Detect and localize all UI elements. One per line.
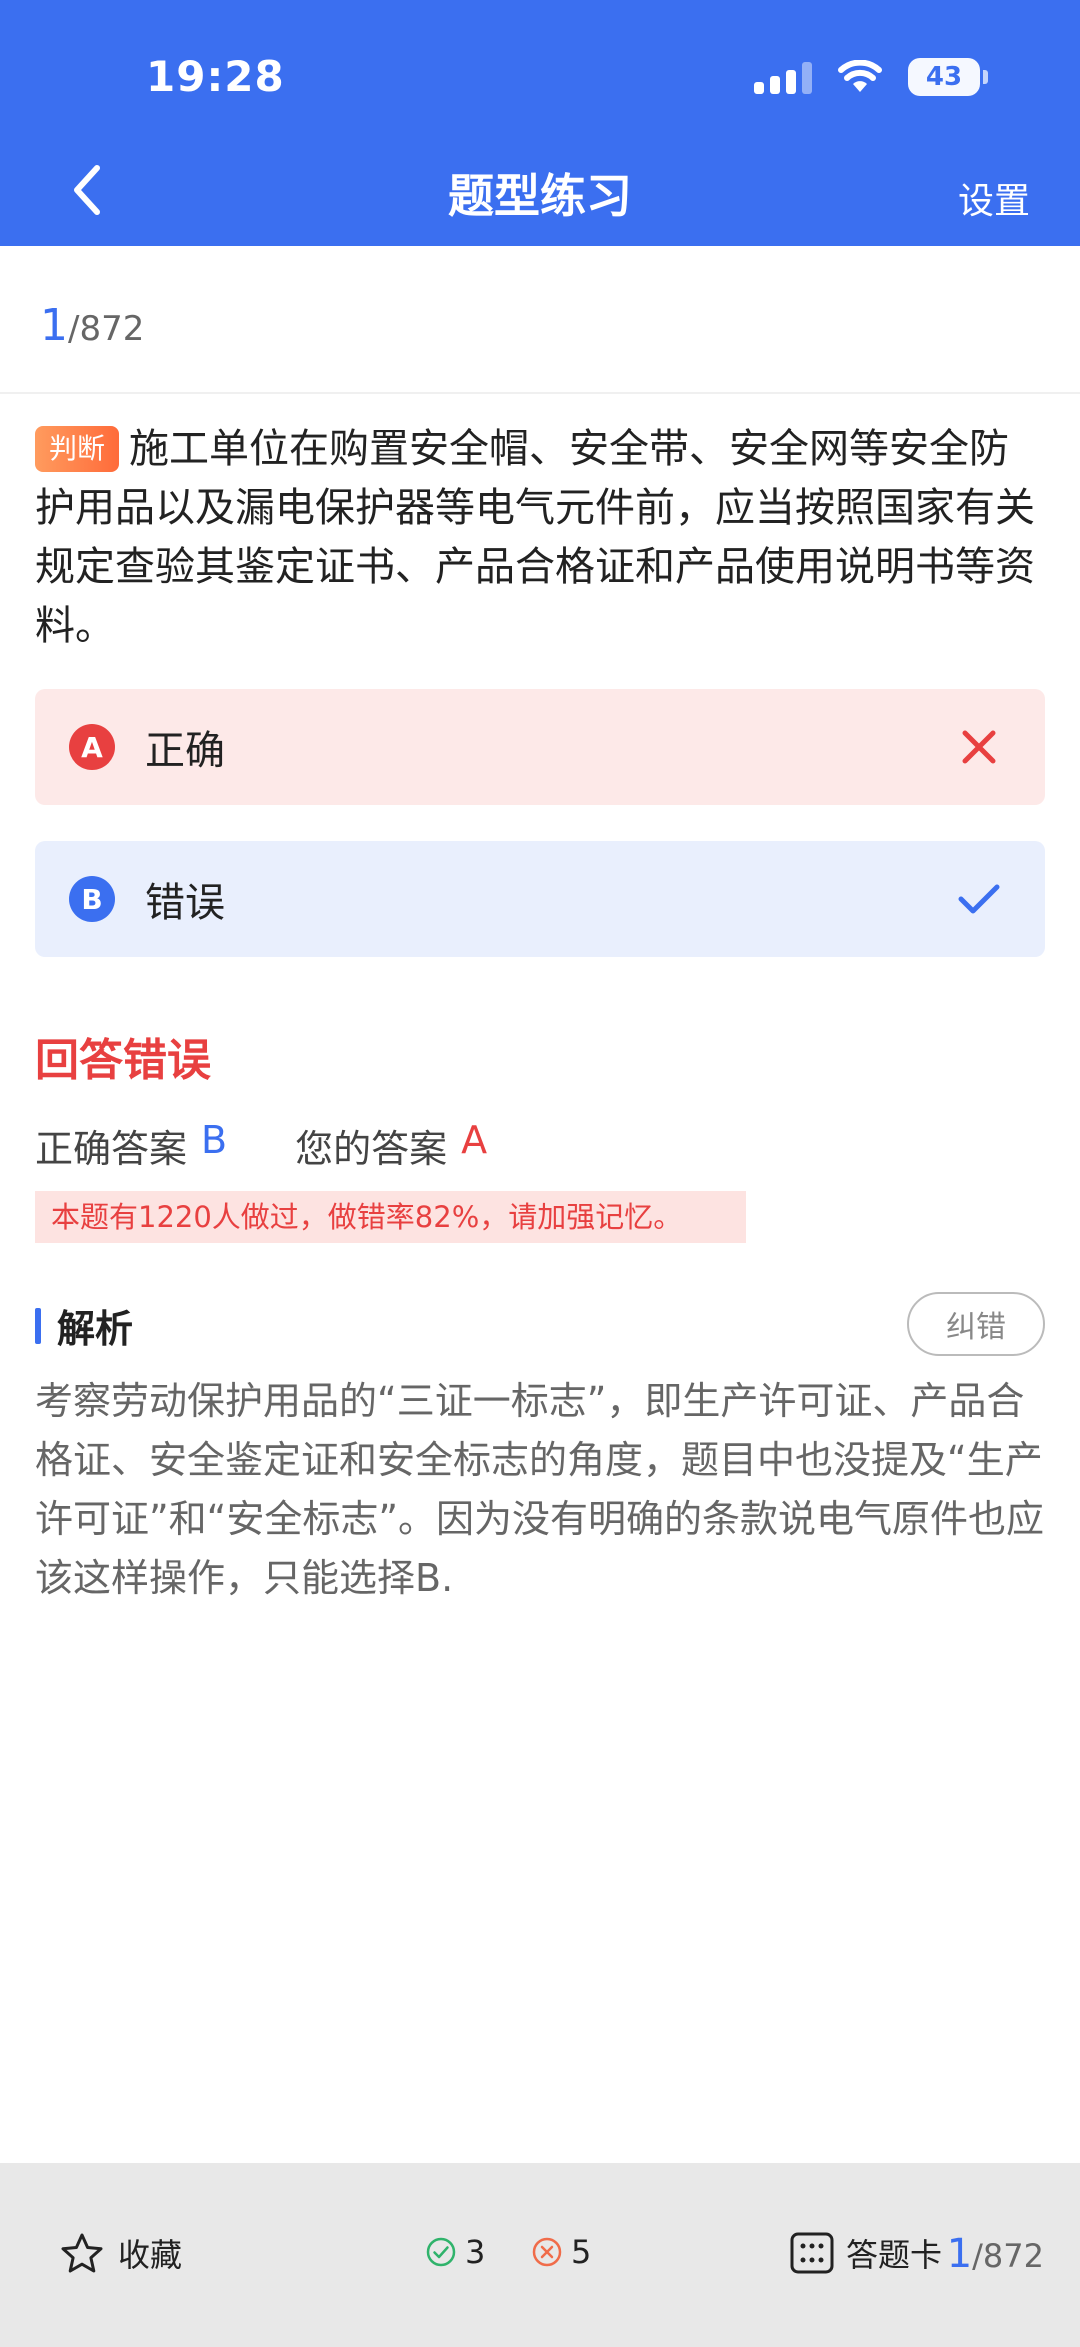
wrong-count: 5: [531, 2233, 591, 2271]
error-rate-notice: 本题有1220人做过，做错率82%，请加强记忆。: [35, 1191, 746, 1243]
question-type-badge: 判断: [35, 426, 120, 472]
bottom-progress-total: /872: [972, 2237, 1044, 2275]
favorite-button[interactable]: 收藏: [60, 2230, 182, 2276]
option-letter: A: [69, 724, 115, 770]
option-text: 正确: [145, 728, 225, 774]
cross-icon: [962, 730, 996, 764]
cellular-signal-icon: [754, 60, 812, 94]
checkmark-icon: [958, 884, 1000, 914]
analysis-text: 考察劳动保护用品的“三证一标志”，即生产许可证、产品合格证、安全鉴定证和安全标志…: [35, 1379, 1045, 1600]
correct-answer-label: 正确答案: [35, 1127, 188, 1171]
star-icon: [61, 2233, 103, 2273]
option-letter: B: [69, 876, 115, 922]
page-title: 题型练习: [448, 169, 632, 223]
option-a[interactable]: A 正确: [35, 689, 1045, 805]
check-circle-icon: [426, 2237, 456, 2267]
answer-card-button[interactable]: 答题卡: [790, 2230, 942, 2276]
favorite-label: 收藏: [118, 2236, 183, 2274]
result-title: 回答错误: [35, 1035, 211, 1086]
analysis-title: 解析: [57, 1307, 134, 1351]
status-icons: 43: [754, 58, 988, 96]
analysis-header: 解析: [35, 1298, 133, 1353]
divider: [0, 392, 1080, 394]
cross-circle-icon: [532, 2237, 562, 2267]
wifi-icon: [838, 60, 882, 92]
progress-total: /872: [68, 309, 145, 349]
section-accent-bar: [35, 1307, 41, 1344]
answer-summary: 正确答案 B 您的答案 A: [35, 1118, 487, 1173]
bottom-progress: 1/872: [947, 2231, 1044, 2277]
grid-icon: [790, 2232, 834, 2274]
bottom-toolbar: 收藏 3 5 答题卡 1/872: [0, 2163, 1080, 2347]
bottom-progress-current: 1: [946, 2231, 973, 2277]
option-b[interactable]: B 错误: [35, 841, 1045, 957]
correct-count-value: 3: [465, 2233, 486, 2271]
top-header: 19:28 43 题型练习 设置: [0, 0, 1080, 246]
battery-icon: 43: [908, 58, 988, 96]
answer-card-label: 答题卡: [846, 2236, 943, 2274]
correct-count: 3: [425, 2233, 485, 2271]
correct-answer-value: B: [201, 1118, 228, 1162]
wrong-count-value: 5: [571, 2233, 592, 2271]
your-answer-value: A: [461, 1118, 488, 1162]
question-block: 判断 施工单位在购置安全帽、安全带、安全网等安全防护用品以及漏电保护器等电气元件前…: [35, 420, 1045, 656]
question-progress: 1/872: [40, 300, 144, 351]
settings-button[interactable]: 设置: [958, 172, 1030, 224]
progress-current: 1: [40, 300, 68, 351]
status-time: 19:28: [146, 52, 285, 101]
your-answer-label: 您的答案: [295, 1127, 448, 1171]
option-text: 错误: [145, 880, 225, 926]
report-error-button[interactable]: 纠错: [907, 1292, 1045, 1356]
question-text: 施工单位在购置安全帽、安全带、安全网等安全防护用品以及漏电保护器等电气元件前，应…: [35, 426, 1035, 649]
